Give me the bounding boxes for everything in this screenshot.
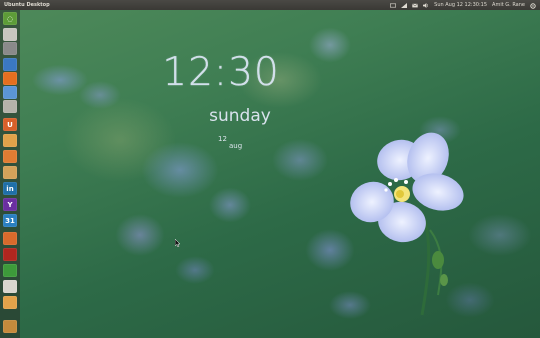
clock-time: 12:30 [160, 50, 282, 95]
mouse-cursor-icon [175, 239, 181, 247]
user-indicator[interactable]: Amit G. Rane [492, 0, 525, 10]
launcher-item-browser[interactable] [3, 58, 17, 71]
launcher-item-yahoo[interactable]: Y [3, 198, 17, 211]
speaker-icon[interactable] [423, 2, 429, 8]
keyboard-icon[interactable] [390, 3, 397, 8]
clock-minute: 30 [228, 50, 280, 95]
launcher-item-firefox[interactable] [3, 72, 17, 85]
launcher-item-notes[interactable] [3, 150, 17, 163]
window-title: Ubuntu Desktop [4, 2, 50, 8]
launcher-item-archive[interactable] [3, 232, 17, 245]
launcher-item-media[interactable] [3, 248, 17, 261]
clock-separator: : [213, 50, 229, 95]
network-icon[interactable] [401, 2, 408, 8]
launcher-item-chromium[interactable] [3, 86, 17, 99]
linkedin-icon: in [6, 184, 14, 193]
cog-icon[interactable] [530, 2, 536, 9]
clock-hour: 12 [162, 50, 214, 95]
launcher-item-linkedin[interactable]: in [3, 182, 17, 195]
launcher-item-files[interactable] [3, 28, 17, 41]
launcher-item-terminal[interactable] [3, 42, 17, 55]
flower-image [350, 132, 464, 316]
ubuntu-logo-icon: ◌ [6, 14, 14, 23]
launcher-item-software-center[interactable]: U [3, 118, 17, 131]
clock-date: 12 aug [218, 136, 252, 150]
launcher-item-calendar[interactable]: 31 [3, 214, 17, 227]
calendar-icon: 31 [5, 216, 15, 225]
launcher-item-downloads[interactable] [3, 296, 17, 309]
launcher: ◌ Uin Y 31 [0, 10, 20, 338]
indicator-area: Sun Aug 12 12:30:15 Amit G. Rane [390, 0, 536, 10]
launcher-item-home-folder[interactable] [3, 134, 17, 147]
launcher-item-chat[interactable] [3, 280, 17, 293]
clock-day: sunday [209, 106, 271, 126]
launcher-item-documents[interactable] [3, 166, 17, 179]
launcher-item-dash-home[interactable]: ◌ [3, 12, 17, 25]
top-panel: Ubuntu Desktop Sun Aug 12 12:30:15 Amit … [0, 0, 540, 10]
mail-icon[interactable] [412, 3, 419, 8]
clock-indicator[interactable]: Sun Aug 12 12:30:15 [434, 0, 487, 10]
launcher-item-settings[interactable] [3, 100, 17, 113]
launcher-item-trash[interactable] [3, 320, 17, 333]
software-center-icon: U [7, 120, 13, 129]
yahoo-icon: Y [7, 200, 13, 209]
clock-date-month: aug [229, 142, 243, 150]
launcher-item-messenger[interactable] [3, 264, 17, 277]
